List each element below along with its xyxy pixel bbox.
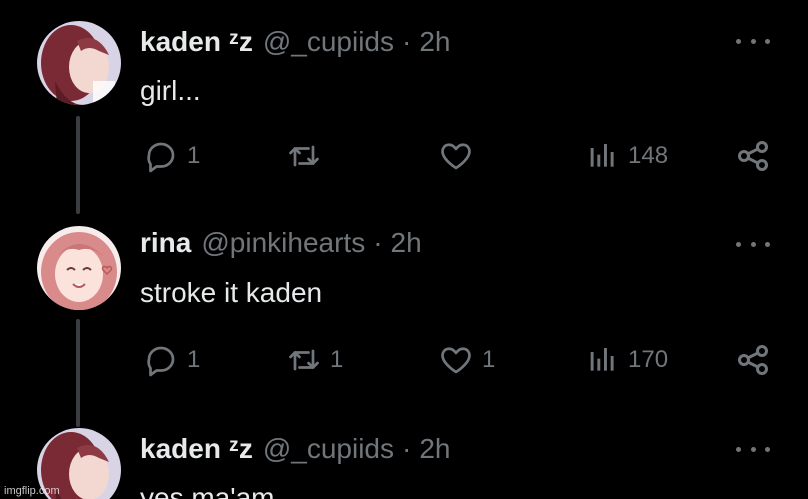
tweet-text: stroke it kaden xyxy=(140,277,323,308)
tweet[interactable]: kaden ᶻz @_cupiids · 2h girl... 1 148 xyxy=(0,0,808,214)
display-name[interactable]: kaden ᶻz xyxy=(140,26,253,58)
reply-button[interactable]: 1 xyxy=(143,136,200,176)
share-nodes-icon xyxy=(738,141,768,171)
reply-count: 1 xyxy=(187,142,201,169)
views-button[interactable]: 148 xyxy=(588,136,668,176)
retweet-count: 1 xyxy=(330,346,344,373)
avatar[interactable] xyxy=(37,226,121,310)
more-dots-icon[interactable] xyxy=(736,439,770,459)
heart-icon xyxy=(441,347,471,374)
display-name[interactable]: kaden ᶻz xyxy=(140,433,253,465)
retweet-arrows-icon xyxy=(289,145,319,167)
heart-icon xyxy=(441,143,471,170)
tweet-header: rina @pinkihearts · 2h xyxy=(140,227,422,259)
retweet-arrows-icon xyxy=(289,349,319,371)
bar-chart-icon xyxy=(590,144,614,167)
reply-bubble-icon xyxy=(147,142,175,173)
timestamp[interactable]: 2h xyxy=(419,26,450,58)
reply-bubble-icon xyxy=(147,346,175,377)
action-bar: 1 148 xyxy=(140,136,780,176)
share-nodes-icon xyxy=(738,345,768,375)
more-dots-icon[interactable] xyxy=(736,234,770,254)
action-bar: 1 1 1 170 xyxy=(140,340,780,380)
share-button[interactable] xyxy=(735,136,771,176)
user-handle[interactable]: @_cupiids xyxy=(263,433,394,465)
user-handle[interactable]: @pinkihearts xyxy=(201,227,365,259)
like-button[interactable]: 1 xyxy=(438,340,495,380)
separator-dot: · xyxy=(401,433,412,464)
views-count: 170 xyxy=(628,346,669,373)
tweet-text: yes ma'am xyxy=(140,482,275,499)
retweet-button[interactable] xyxy=(286,136,322,176)
timestamp[interactable]: 2h xyxy=(419,433,450,465)
avatar[interactable] xyxy=(37,21,121,105)
separator-dot: · xyxy=(401,26,412,57)
thread-line xyxy=(76,319,80,427)
reply-count: 1 xyxy=(187,346,201,373)
like-button[interactable] xyxy=(438,136,474,176)
more-dots-icon[interactable] xyxy=(736,31,770,51)
like-count: 1 xyxy=(482,346,496,373)
tweet[interactable]: kaden ᶻz @_cupiids · 2h yes ma'am xyxy=(0,422,808,499)
share-button[interactable] xyxy=(735,340,771,380)
thread-line xyxy=(76,116,80,214)
timestamp[interactable]: 2h xyxy=(391,227,422,259)
tweet-header: kaden ᶻz @_cupiids · 2h xyxy=(140,433,450,465)
tweet[interactable]: rina @pinkihearts · 2h stroke it kaden 1… xyxy=(0,210,808,427)
views-button[interactable]: 170 xyxy=(588,340,668,380)
tweet-text: girl... xyxy=(140,75,201,106)
display-name[interactable]: rina xyxy=(140,227,191,259)
views-count: 148 xyxy=(628,142,669,169)
retweet-button[interactable]: 1 xyxy=(286,340,343,380)
watermark: imgflip.com xyxy=(4,485,60,497)
bar-chart-icon xyxy=(590,348,614,371)
user-handle[interactable]: @_cupiids xyxy=(263,26,394,58)
reply-button[interactable]: 1 xyxy=(143,340,200,380)
separator-dot: · xyxy=(373,227,383,258)
tweet-header: kaden ᶻz @_cupiids · 2h xyxy=(140,26,450,58)
